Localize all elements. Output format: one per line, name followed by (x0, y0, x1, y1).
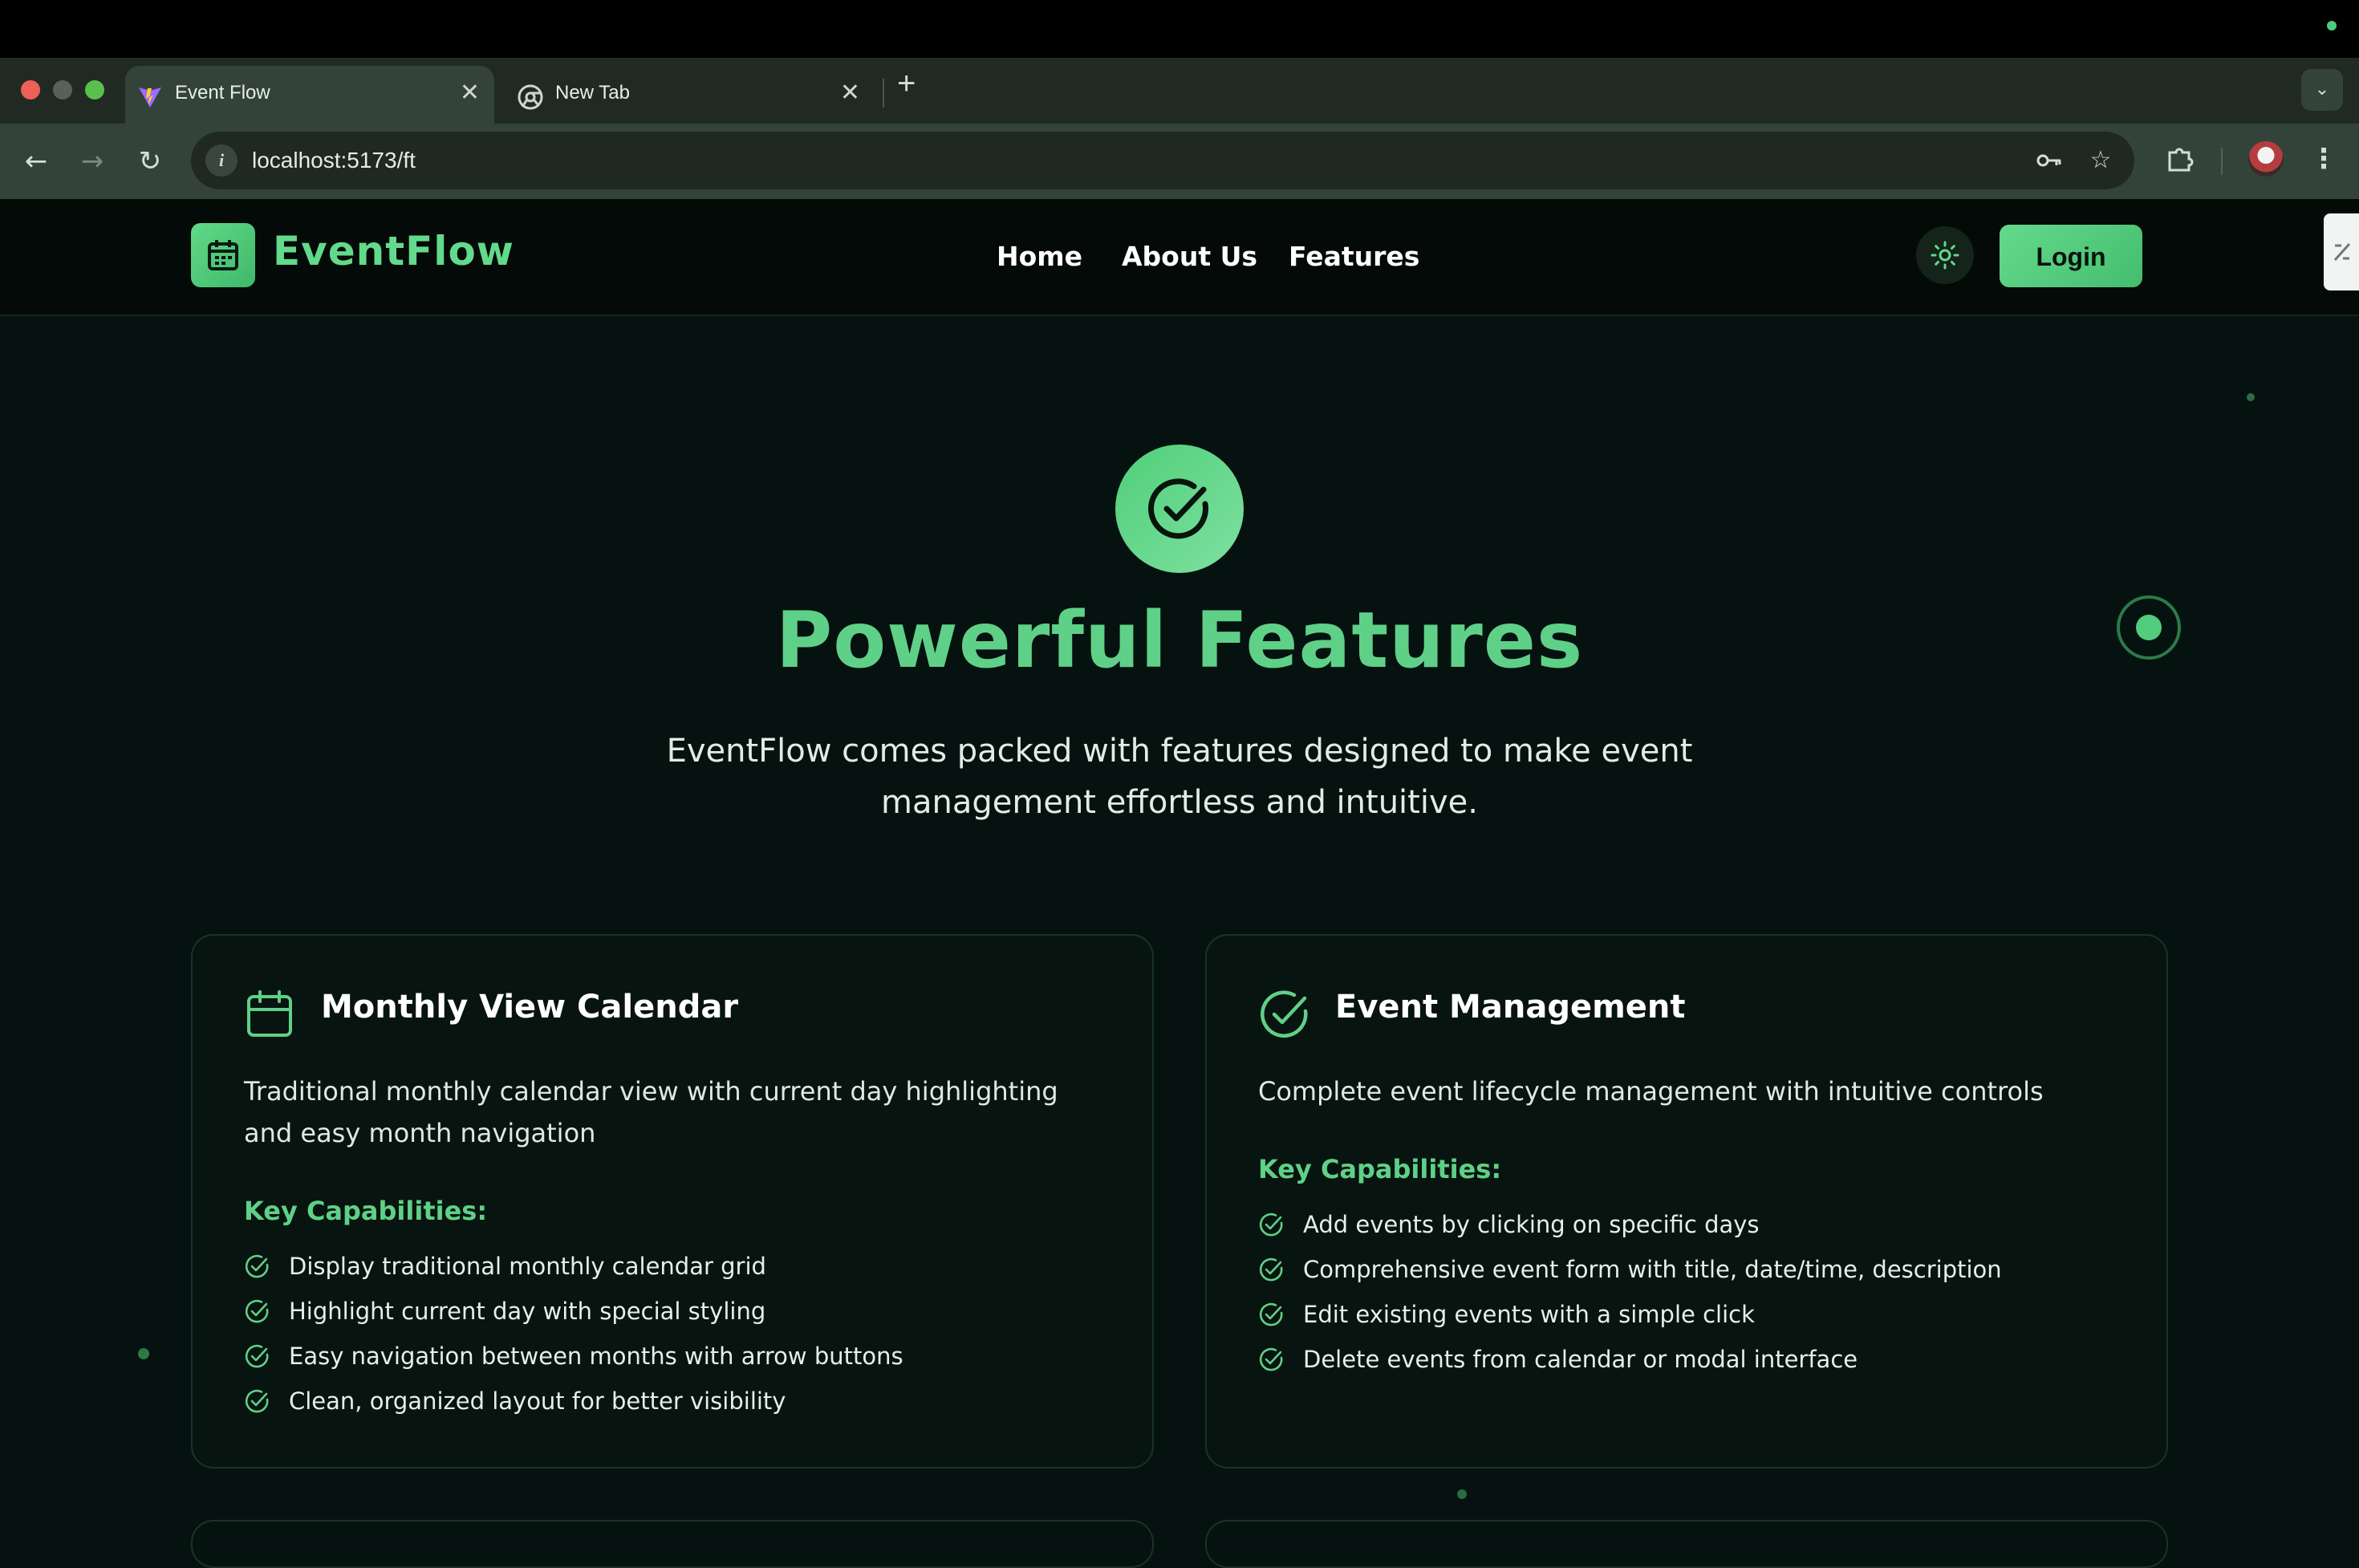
capability-text: Clean, organized layout for better visib… (289, 1387, 786, 1415)
capability-item: Easy navigation between months with arro… (244, 1340, 903, 1385)
capability-item: Comprehensive event form with title, dat… (1258, 1253, 2002, 1298)
site-info-icon[interactable]: i (205, 144, 238, 177)
page-subtitle: EventFlow comes packed with features des… (666, 733, 1693, 821)
tab-search-chevron-icon[interactable]: ⌄ (2301, 69, 2343, 111)
forward-arrow-icon[interactable]: → (74, 143, 111, 180)
logo-calendar-icon[interactable] (191, 223, 255, 287)
feature-card-calendar: Monthly View Calendar Traditional monthl… (191, 934, 1154, 1468)
page-title: Powerful Features (775, 595, 1584, 685)
os-menu-bar (0, 0, 2359, 58)
decorative-dot (2247, 393, 2255, 401)
tab-title: New Tab (555, 82, 630, 104)
extensions-puzzle-icon[interactable] (2163, 141, 2199, 177)
nav-about-us[interactable]: About Us (1122, 241, 1257, 272)
capability-text: Highlight current day with special styli… (289, 1298, 766, 1325)
site-header: EventFlow Home About Us Features Login (0, 199, 2359, 316)
capability-item: Highlight current day with special styli… (244, 1295, 903, 1340)
check-circle-icon (245, 1344, 269, 1368)
tab-separator (883, 79, 884, 108)
side-panel-icon (2333, 242, 2351, 262)
decorative-dot (1457, 1489, 1467, 1499)
tab-new-tab[interactable]: New Tab ✕ (506, 66, 875, 124)
capability-text: Edit existing events with a simple click (1303, 1301, 1755, 1328)
vite-favicon-icon (139, 87, 161, 108)
reload-icon[interactable]: ↻ (132, 143, 168, 180)
new-tab-button[interactable]: + (897, 66, 916, 102)
capability-item: Display traditional monthly calendar gri… (244, 1250, 903, 1295)
nav-home[interactable]: Home (997, 241, 1082, 272)
capability-item: Clean, organized layout for better visib… (244, 1385, 903, 1430)
nav-features[interactable]: Features (1289, 241, 1419, 272)
check-circle-icon (1261, 990, 1308, 1038)
capability-text: Comprehensive event form with title, dat… (1303, 1256, 2002, 1283)
capability-text: Display traditional monthly calendar gri… (289, 1253, 766, 1280)
capability-text: Add events by clicking on specific days (1303, 1211, 1760, 1238)
back-arrow-icon[interactable]: ← (18, 143, 55, 180)
sun-icon (1931, 241, 1959, 270)
capability-item: Delete events from calendar or modal int… (1258, 1343, 2002, 1388)
check-circle-icon (1259, 1347, 1283, 1371)
check-circle-icon (245, 1389, 269, 1413)
capabilities-heading: Key Capabilities: (244, 1196, 488, 1226)
capability-text: Delete events from calendar or modal int… (1303, 1346, 1858, 1373)
feature-title: Monthly View Calendar (321, 989, 739, 1026)
chrome-favicon-icon (518, 84, 543, 110)
check-circle-icon (245, 1254, 269, 1278)
feature-title: Event Management (1335, 989, 1686, 1026)
check-circle-icon (1259, 1257, 1283, 1282)
feature-card-partial (1205, 1520, 2168, 1568)
capabilities-list: Display traditional monthly calendar gri… (244, 1250, 903, 1430)
decorative-dot (138, 1348, 149, 1359)
capability-text: Easy navigation between months with arro… (289, 1343, 903, 1370)
browser-tabstrip: Event Flow ✕ New Tab ✕ (0, 58, 2359, 124)
tab-event-flow[interactable]: Event Flow ✕ (125, 66, 494, 124)
feature-description: Traditional monthly calendar view with c… (244, 1076, 1058, 1148)
brand-name[interactable]: EventFlow (273, 228, 514, 274)
feature-description: Complete event lifecycle management with… (1258, 1076, 2044, 1107)
feature-card-partial (191, 1520, 1154, 1568)
window-minimize-button[interactable] (53, 80, 72, 100)
capability-item: Edit existing events with a simple click (1258, 1298, 2002, 1343)
url-text[interactable]: localhost:5173/ft (252, 148, 416, 173)
hero-check-circle-icon (1115, 445, 1244, 573)
capabilities-heading: Key Capabilities: (1258, 1154, 1502, 1184)
capability-item: Add events by clicking on specific days (1258, 1208, 2002, 1253)
tab-close-icon[interactable]: ✕ (840, 79, 860, 107)
bookmark-star-icon[interactable]: ☆ (2086, 146, 2115, 175)
check-circle-icon (245, 1299, 269, 1323)
side-panel-tab[interactable] (2324, 213, 2359, 290)
address-bar[interactable]: i localhost:5173/ft ☆ (191, 132, 2134, 189)
login-button[interactable]: Login (2000, 225, 2142, 287)
profile-avatar[interactable] (2248, 141, 2284, 177)
toolbar-separator (2221, 148, 2223, 175)
window-zoom-button[interactable] (85, 80, 104, 100)
tab-title: Event Flow (175, 82, 270, 104)
tab-close-icon[interactable]: ✕ (460, 79, 480, 107)
theme-toggle-button[interactable] (1916, 226, 1974, 284)
password-key-icon[interactable] (2035, 146, 2064, 175)
browser-toolbar: ← → ↻ i localhost:5173/ft ☆ ⋮ (0, 124, 2359, 199)
window-close-button[interactable] (21, 80, 40, 100)
calendar-icon (247, 990, 292, 1037)
capabilities-list: Add events by clicking on specific days … (1258, 1208, 2002, 1388)
status-dot (2327, 21, 2337, 30)
check-circle-icon (1259, 1302, 1283, 1326)
more-menu-icon[interactable]: ⋮ (2308, 141, 2340, 177)
feature-card-event-management: Event Management Complete event lifecycl… (1205, 934, 2168, 1468)
check-circle-icon (1259, 1213, 1283, 1237)
